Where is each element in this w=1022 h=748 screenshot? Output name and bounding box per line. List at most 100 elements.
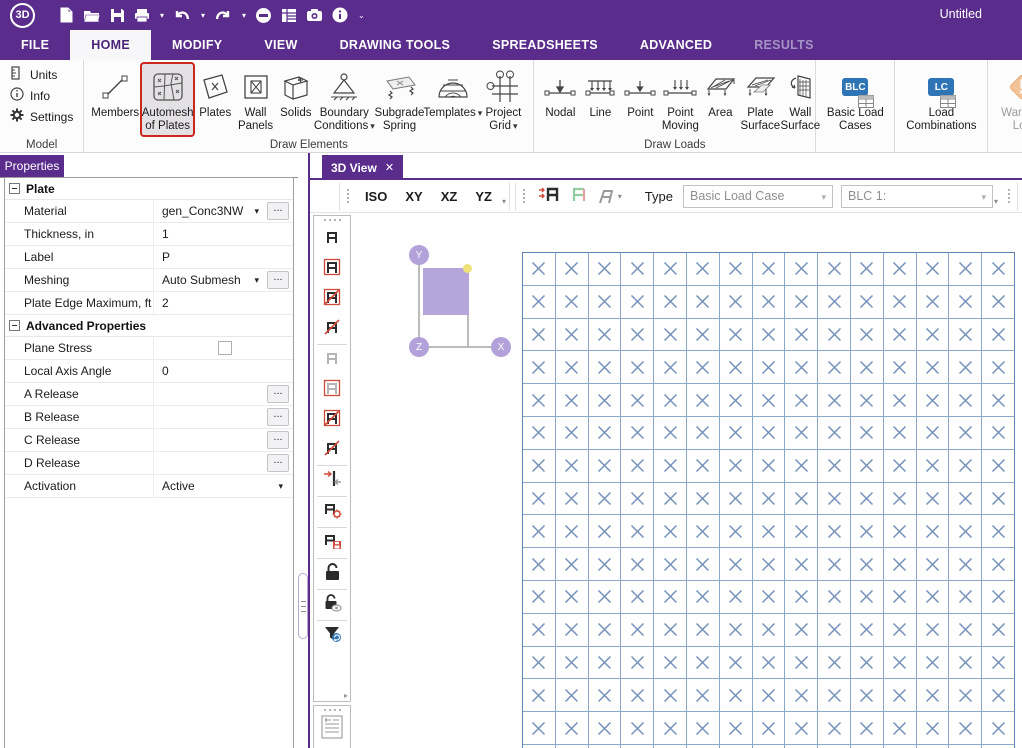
property-value[interactable]: 0	[153, 360, 293, 382]
grid-cell[interactable]	[785, 286, 818, 319]
grid-cell[interactable]	[982, 647, 1015, 680]
grid-cell[interactable]	[917, 515, 950, 548]
grid-cell[interactable]	[884, 647, 917, 680]
grid-cell[interactable]	[556, 450, 589, 483]
grid-cell[interactable]	[621, 483, 654, 516]
grid-cell[interactable]	[785, 679, 818, 712]
grid-cell[interactable]	[753, 483, 786, 516]
grid-cell[interactable]	[621, 253, 654, 286]
spreadsheet-icon[interactable]	[281, 8, 297, 23]
grid-cell[interactable]	[884, 384, 917, 417]
grid-cell[interactable]	[523, 253, 556, 286]
grid-cell[interactable]	[785, 515, 818, 548]
grid-cell[interactable]	[589, 417, 622, 450]
point-load-button[interactable]: Point	[620, 62, 660, 125]
polygon-unselect-button[interactable]	[314, 405, 350, 435]
grid-cell[interactable]	[982, 679, 1015, 712]
property-value[interactable]: 1	[153, 223, 293, 245]
property-value[interactable]: P	[153, 246, 293, 268]
grid-cell[interactable]	[720, 614, 753, 647]
grid-cell[interactable]	[917, 581, 950, 614]
property-row-a-release[interactable]: A Release	[5, 383, 293, 406]
toolbar-grip-icon[interactable]	[347, 189, 349, 203]
grid-cell[interactable]	[523, 450, 556, 483]
grid-cell[interactable]	[589, 614, 622, 647]
plates-button[interactable]: Plates	[195, 62, 235, 125]
tab-advanced[interactable]: ADVANCED	[619, 30, 733, 60]
grid-cell[interactable]	[982, 548, 1015, 581]
grid-cell[interactable]	[523, 548, 556, 581]
grid-cell[interactable]	[949, 548, 982, 581]
grid-cell[interactable]	[884, 581, 917, 614]
criteria-selection-button[interactable]	[314, 497, 350, 527]
load-type-combo[interactable]: Basic Load Case	[683, 185, 833, 208]
grid-cell[interactable]	[818, 384, 851, 417]
property-row-meshing[interactable]: MeshingAuto Submesh▾	[5, 269, 293, 292]
property-value[interactable]	[153, 337, 293, 359]
boundary-conditions-button[interactable]: Boundary Conditions	[316, 62, 373, 137]
grid-cell[interactable]	[917, 319, 950, 352]
loads-colored-icon[interactable]	[572, 185, 586, 208]
grid-cell[interactable]	[589, 679, 622, 712]
grid-cell[interactable]	[589, 483, 622, 516]
tab-view[interactable]: VIEW	[243, 30, 318, 60]
toolbar-grip-icon[interactable]	[523, 189, 525, 203]
grid-cell[interactable]	[851, 548, 884, 581]
property-row-b-release[interactable]: B Release	[5, 406, 293, 429]
grid-cell[interactable]	[687, 253, 720, 286]
saved-selections-button[interactable]	[314, 528, 350, 558]
grid-cell[interactable]	[949, 679, 982, 712]
grid-cell[interactable]	[753, 647, 786, 680]
grid-cell[interactable]	[949, 581, 982, 614]
toolbar-expand-icon[interactable]	[344, 691, 348, 700]
grid-cell[interactable]	[753, 384, 786, 417]
grid-cell[interactable]	[851, 483, 884, 516]
grid-cell[interactable]	[851, 647, 884, 680]
grid-cell[interactable]	[654, 253, 687, 286]
close-tab-icon[interactable]	[385, 161, 394, 174]
new-file-icon[interactable]	[59, 7, 74, 23]
toolbar-options-icon[interactable]: ⌄	[358, 11, 365, 20]
property-row-activation[interactable]: ActivationActive▾	[5, 475, 293, 498]
grid-cell[interactable]	[753, 581, 786, 614]
grid-cell[interactable]	[982, 483, 1015, 516]
grid-cell[interactable]	[917, 679, 950, 712]
grid-cell[interactable]	[949, 515, 982, 548]
grid-cell[interactable]	[720, 319, 753, 352]
grid-cell[interactable]	[818, 515, 851, 548]
grid-cell[interactable]	[949, 712, 982, 745]
grid-cell[interactable]	[917, 614, 950, 647]
grid-cell[interactable]	[621, 319, 654, 352]
select-all-button[interactable]	[314, 224, 350, 254]
grid-cell[interactable]	[982, 417, 1015, 450]
grid-cell[interactable]	[753, 351, 786, 384]
grid-cell[interactable]	[589, 548, 622, 581]
toolbar-grip-icon[interactable]	[314, 216, 350, 224]
property-group-header[interactable]: Advanced Properties	[5, 315, 293, 337]
grid-cell[interactable]	[556, 351, 589, 384]
grid-cell[interactable]	[917, 351, 950, 384]
grid-cell[interactable]	[753, 450, 786, 483]
grid-cell[interactable]	[654, 679, 687, 712]
ellipsis-button[interactable]	[267, 431, 289, 449]
grid-cell[interactable]	[687, 712, 720, 745]
solids-button[interactable]: Solids	[276, 62, 316, 125]
grid-cell[interactable]	[785, 450, 818, 483]
grid-cell[interactable]	[687, 384, 720, 417]
grid-cell[interactable]	[851, 351, 884, 384]
grid-cell[interactable]	[818, 712, 851, 745]
grid-cell[interactable]	[753, 253, 786, 286]
view-button-xy[interactable]: XY	[396, 189, 431, 204]
toolbar-grip-icon[interactable]	[1008, 189, 1010, 203]
unselect-all-button[interactable]	[314, 314, 350, 344]
grid-cell[interactable]	[720, 286, 753, 319]
grid-cell[interactable]	[654, 450, 687, 483]
ellipsis-button[interactable]	[267, 385, 289, 403]
tab-modify[interactable]: MODIFY	[151, 30, 243, 60]
grid-cell[interactable]	[982, 450, 1015, 483]
grid-cell[interactable]	[917, 647, 950, 680]
grid-cell[interactable]	[556, 286, 589, 319]
members-button[interactable]: Members	[90, 62, 140, 125]
grid-cell[interactable]	[589, 581, 622, 614]
grid-cell[interactable]	[621, 712, 654, 745]
